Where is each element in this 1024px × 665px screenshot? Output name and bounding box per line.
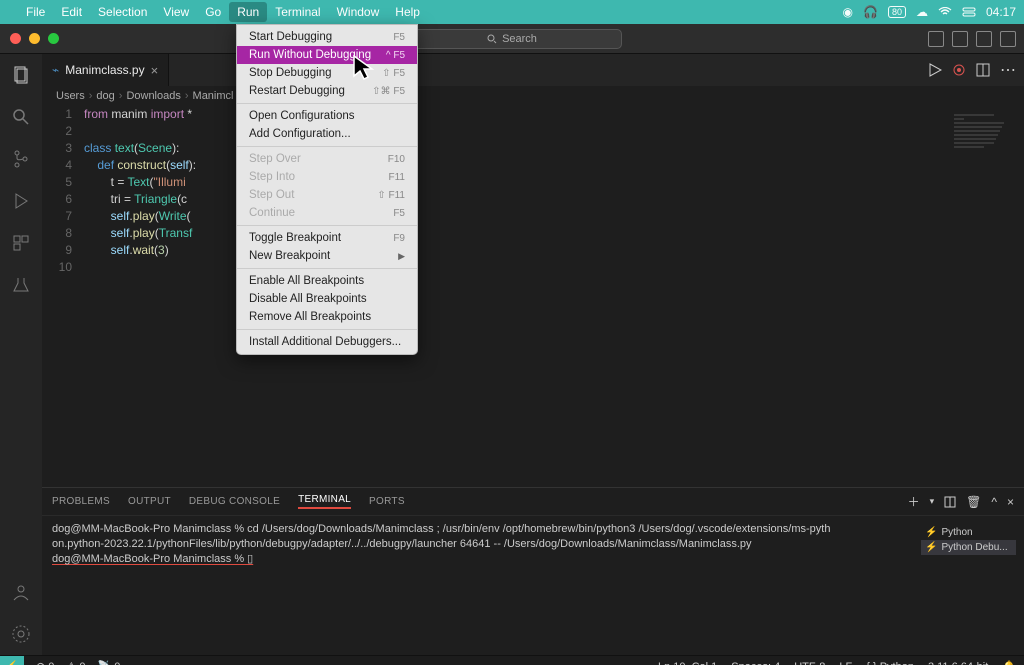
layout-panel-icon[interactable] xyxy=(952,31,968,47)
menu-item-remove-all-breakpoints[interactable]: Remove All Breakpoints xyxy=(237,308,417,326)
indentation[interactable]: Spaces: 4 xyxy=(731,661,780,665)
encoding[interactable]: UTF-8 xyxy=(794,661,825,665)
notifications-icon[interactable]: 🔔 xyxy=(1002,660,1016,665)
menu-item-install-additional-debuggers-[interactable]: Install Additional Debuggers... xyxy=(237,333,417,351)
search-placeholder: Search xyxy=(502,33,537,45)
source-control-icon[interactable] xyxy=(10,148,32,170)
cursor-position[interactable]: Ln 10, Col 1 xyxy=(658,661,717,665)
search-icon[interactable] xyxy=(10,106,32,128)
settings-gear-icon[interactable] xyxy=(10,623,32,645)
code-editor[interactable]: 12345678910 from manim import * class te… xyxy=(42,106,1024,487)
line-gutter: 12345678910 xyxy=(42,106,84,487)
menu-window[interactable]: Window xyxy=(329,2,388,22)
menu-edit[interactable]: Edit xyxy=(53,2,90,22)
menu-item-continue: ContinueF5 xyxy=(237,204,417,222)
panel-tab-output[interactable]: OUTPUT xyxy=(128,496,171,507)
terminal-entry[interactable]: ⚡Python Debu... xyxy=(921,540,1016,555)
run-play-icon[interactable] xyxy=(928,63,942,77)
accounts-icon[interactable] xyxy=(10,581,32,603)
breadcrumbs[interactable]: Users›dog›Downloads›Manimcl xyxy=(42,86,1024,106)
menu-item-add-configuration-[interactable]: Add Configuration... xyxy=(237,125,417,143)
menu-help[interactable]: Help xyxy=(387,2,428,22)
command-center[interactable]: Search xyxy=(402,29,622,49)
menu-item-start-debugging[interactable]: Start DebuggingF5 xyxy=(237,28,417,46)
menu-view[interactable]: View xyxy=(155,2,197,22)
maximize-panel-icon[interactable]: ^ xyxy=(991,495,997,509)
clock[interactable]: 04:17 xyxy=(986,5,1016,19)
zoom-window[interactable] xyxy=(48,33,59,44)
debug-record-icon[interactable] xyxy=(952,63,966,77)
headphones-icon[interactable]: 🎧 xyxy=(863,5,878,19)
battery-icon[interactable]: 80 xyxy=(888,6,906,18)
remote-indicator[interactable]: ⚡ xyxy=(0,656,24,665)
menu-item-open-configurations[interactable]: Open Configurations xyxy=(237,107,417,125)
panel-tab-terminal[interactable]: TERMINAL xyxy=(298,494,351,509)
layout-sidebar-left-icon[interactable] xyxy=(928,31,944,47)
control-center-icon[interactable] xyxy=(962,7,976,17)
menu-selection[interactable]: Selection xyxy=(90,2,155,22)
minimize-window[interactable] xyxy=(29,33,40,44)
run-debug-icon[interactable] xyxy=(10,190,32,212)
menu-go[interactable]: Go xyxy=(197,2,229,22)
menu-item-new-breakpoint[interactable]: New Breakpoint▶ xyxy=(237,247,417,265)
close-panel-icon[interactable]: × xyxy=(1007,495,1014,509)
split-editor-icon[interactable] xyxy=(976,63,990,77)
close-window[interactable] xyxy=(10,33,21,44)
code-lines[interactable]: from manim import * class text(Scene): d… xyxy=(84,106,196,487)
errors-count[interactable]: ⊘ 0 xyxy=(36,660,54,665)
layout-customize-icon[interactable] xyxy=(1000,31,1016,47)
terminal-dropdown-icon[interactable]: ▾ xyxy=(930,496,935,507)
file-tab[interactable]: ⌁ Manimclass.py × xyxy=(42,54,169,86)
close-tab-icon[interactable]: × xyxy=(151,63,159,78)
menu-item-restart-debugging[interactable]: Restart Debugging⇧⌘ F5 xyxy=(237,82,417,100)
mic-icon[interactable]: ◉ xyxy=(843,5,853,19)
explorer-icon[interactable] xyxy=(10,64,32,86)
menu-item-step-out: Step Out⇧ F11 xyxy=(237,186,417,204)
menu-item-run-without-debugging[interactable]: Run Without Debugging^ F5 xyxy=(237,46,417,64)
run-menu-dropdown: Start DebuggingF5Run Without Debugging^ … xyxy=(236,24,418,355)
python-version[interactable]: 3.11.6 64-bit xyxy=(928,661,988,665)
eol[interactable]: LF xyxy=(839,661,852,665)
menu-item-disable-all-breakpoints[interactable]: Disable All Breakpoints xyxy=(237,290,417,308)
activity-bar xyxy=(0,54,42,655)
bottom-panel: PROBLEMS OUTPUT DEBUG CONSOLE TERMINAL PORTS… xyxy=(42,487,1024,655)
editor-tabs: ⌁ Manimclass.py × ⋯ xyxy=(42,54,1024,86)
warnings-count[interactable]: ⚠ 0 xyxy=(66,660,85,665)
status-bar: ⚡ ⊘ 0 ⚠ 0 📡 0 Ln 10, Col 1 Spaces: 4 UTF… xyxy=(0,655,1024,665)
split-terminal-icon[interactable] xyxy=(944,496,956,508)
cloud-icon[interactable]: ☁ xyxy=(916,5,928,19)
menu-item-step-over: Step OverF10 xyxy=(237,150,417,168)
menu-run[interactable]: Run xyxy=(229,2,267,22)
terminal-output[interactable]: dog@MM-MacBook-Pro Manimclass % cd /User… xyxy=(42,516,1024,655)
menu-file[interactable]: File xyxy=(18,2,53,22)
panel-tab-debug-console[interactable]: DEBUG CONSOLE xyxy=(189,496,280,507)
menu-item-enable-all-breakpoints[interactable]: Enable All Breakpoints xyxy=(237,272,417,290)
menu-item-stop-debugging[interactable]: Stop Debugging⇧ F5 xyxy=(237,64,417,82)
minimap[interactable] xyxy=(954,114,1014,154)
search-icon xyxy=(487,34,497,44)
new-terminal-icon[interactable]: ＋ xyxy=(908,493,920,510)
terminal-list: ⚡Python ⚡Python Debu... xyxy=(921,525,1016,555)
more-actions-icon[interactable]: ⋯ xyxy=(1000,60,1016,80)
ports-count[interactable]: 📡 0 xyxy=(97,660,120,665)
terminal-entry[interactable]: ⚡Python xyxy=(921,525,1016,540)
kill-terminal-icon[interactable]: 🗑 xyxy=(966,495,981,509)
mouse-cursor xyxy=(352,54,376,82)
layout-sidebar-right-icon[interactable] xyxy=(976,31,992,47)
menu-item-toggle-breakpoint[interactable]: Toggle BreakpointF9 xyxy=(237,229,417,247)
panel-tab-problems[interactable]: PROBLEMS xyxy=(52,496,110,507)
extensions-icon[interactable] xyxy=(10,232,32,254)
window-controls[interactable] xyxy=(10,33,59,44)
panel-tabs: PROBLEMS OUTPUT DEBUG CONSOLE TERMINAL PORTS… xyxy=(42,488,1024,516)
macos-menubar: FileEditSelectionViewGoRunTerminalWindow… xyxy=(0,0,1024,24)
panel-tab-ports[interactable]: PORTS xyxy=(369,496,405,507)
testing-icon[interactable] xyxy=(10,274,32,296)
window-titlebar: Search xyxy=(0,24,1024,54)
wifi-icon[interactable] xyxy=(938,7,952,17)
menu-terminal[interactable]: Terminal xyxy=(267,2,328,22)
tab-filename: Manimclass.py xyxy=(65,63,144,77)
python-file-icon: ⌁ xyxy=(52,63,59,77)
menu-item-step-into: Step IntoF11 xyxy=(237,168,417,186)
language-mode[interactable]: { } Python xyxy=(866,661,914,665)
